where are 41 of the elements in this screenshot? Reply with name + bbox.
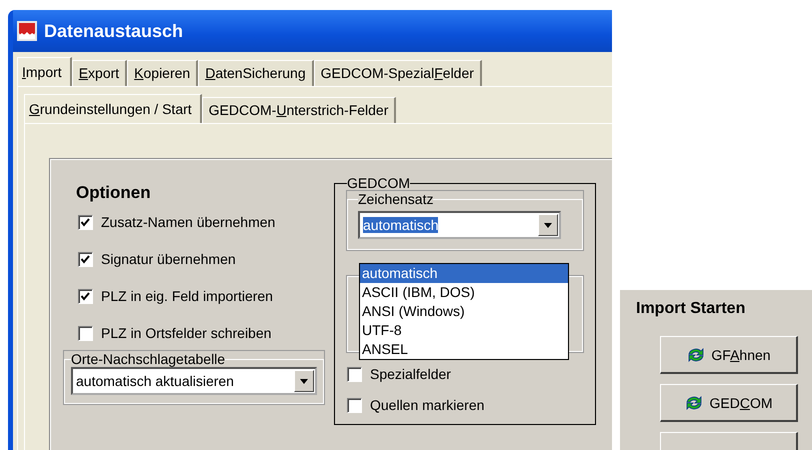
dropdown-option[interactable]: ASCII (IBM, DOS): [360, 283, 568, 302]
group-label: Orte-Nachschlagetabelle: [71, 351, 226, 367]
caret-icon: [300, 378, 308, 384]
checkbox[interactable]: [347, 398, 362, 412]
section-heading: Import Starten: [636, 300, 746, 318]
checkbox-label: Signatur übernehmen: [101, 251, 236, 267]
tab[interactable]: GEDCOM-SpezialFelder: [314, 60, 482, 86]
tab[interactable]: Grundeinstellungen / Start: [24, 94, 202, 123]
dropdown-button[interactable]: [294, 370, 314, 392]
refresh-icon: [684, 394, 704, 412]
tab[interactable]: Export: [72, 60, 128, 86]
dropdown-option[interactable]: automatisch: [360, 264, 568, 283]
checkbox[interactable]: [347, 366, 362, 382]
import-button[interactable]: GEDCOM: [660, 384, 798, 422]
caret-icon: [544, 222, 552, 228]
dropdown[interactable]: automatisch aktualisieren: [71, 367, 317, 395]
checkbox[interactable]: [78, 326, 93, 340]
tab[interactable]: Import: [17, 57, 72, 86]
refresh-icon: [686, 346, 706, 364]
dropdown-button[interactable]: [538, 214, 558, 236]
checkbox-label: Zusatz-Namen übernehmen: [101, 214, 276, 230]
dropdown-option[interactable]: ANSEL: [360, 340, 568, 359]
tab[interactable]: GEDCOM-Unterstrich-Felder: [202, 97, 396, 123]
dropdown[interactable]: automatisch: [358, 211, 561, 239]
dropdown-option[interactable]: ANSI (Windows): [360, 302, 568, 321]
tab[interactable]: DatenSicherung: [198, 60, 314, 86]
group-label: GEDCOM: [347, 175, 410, 191]
tab[interactable]: Kopieren: [127, 60, 198, 86]
checkbox-label: Quellen markieren: [370, 397, 484, 413]
checkbox-label: PLZ in eig. Feld importieren: [101, 288, 273, 304]
section-heading: Optionen: [76, 183, 152, 203]
dropdown-option[interactable]: UTF-8: [360, 321, 568, 340]
checkbox-label: PLZ in Ortsfelder schreiben: [101, 325, 272, 341]
checkbox-label: Spezialfelder: [370, 366, 451, 382]
checkbox[interactable]: [78, 252, 93, 266]
checkbox[interactable]: [78, 214, 93, 230]
app-icon: [17, 21, 37, 41]
window-title: Datenaustausch: [44, 20, 184, 42]
checkbox[interactable]: [78, 288, 93, 304]
import-button[interactable]: GFAhnen: [660, 336, 798, 374]
group-label: Zeichensatz: [358, 191, 434, 207]
